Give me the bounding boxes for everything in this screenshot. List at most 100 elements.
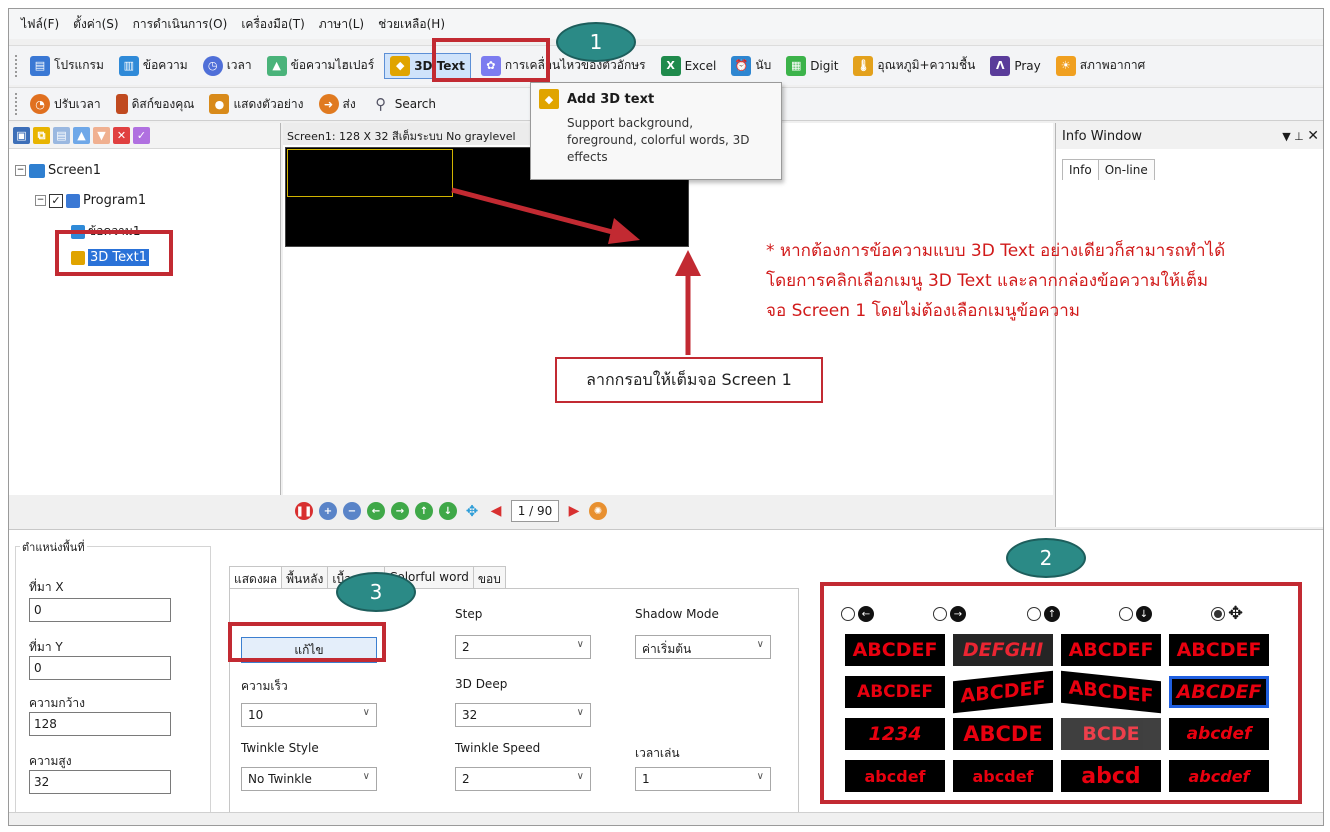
search-icon: ⚲ xyxy=(375,95,387,113)
menu-file[interactable]: ไฟล์(F) xyxy=(21,15,59,34)
toolbar-grip[interactable] xyxy=(15,54,19,77)
menu-language[interactable]: ภาษา(L) xyxy=(319,15,364,34)
program-tree-panel: ▣ ⧉ ▤ ▲ ▼ ✕ ✓ − Screen1 − ✓ Program1 ข้อ… xyxy=(9,123,281,495)
program-checkbox[interactable]: ✓ xyxy=(49,193,63,208)
collapse-toggle[interactable]: − xyxy=(35,195,46,206)
menu-bar: ไฟล์(F) ตั้งค่า(S) การดำเนินการ(O) เครื่… xyxy=(9,9,1323,39)
temperature-button[interactable]: 🌡 อุณหภูมิ+ความชื้น xyxy=(848,53,980,79)
arrow-up-icon[interactable]: ↑ xyxy=(415,502,433,520)
pin-icon[interactable]: ⊥ xyxy=(1294,130,1304,143)
hypertext-label: ข้อความไฮเปอร์ xyxy=(290,58,375,72)
chevron-down-icon: ∨ xyxy=(576,771,584,782)
tree-screen[interactable]: − Screen1 xyxy=(15,163,101,178)
check-icon[interactable]: ✓ xyxy=(133,127,150,144)
weather-button[interactable]: ☀ สภาพอากาศ xyxy=(1051,53,1150,79)
disk-button[interactable]: ดิสก์ของคุณ xyxy=(111,91,200,117)
origin-x-label: ที่มา X xyxy=(29,580,64,594)
toolbar-grip[interactable] xyxy=(15,93,19,115)
settings-gear-icon[interactable]: ✺ xyxy=(589,502,607,520)
menu-help[interactable]: ช่วยเหลือ(H) xyxy=(378,15,445,34)
arrow-right-icon[interactable]: → xyxy=(391,502,409,520)
tree-screen-label: Screen1 xyxy=(48,163,101,178)
chevron-down-icon: ∨ xyxy=(576,707,584,718)
arrow-left-icon[interactable]: ← xyxy=(367,502,385,520)
camera-icon: ● xyxy=(209,94,230,114)
menu-operation[interactable]: การดำเนินการ(O) xyxy=(133,15,228,34)
tree-program[interactable]: − ✓ Program1 xyxy=(35,193,146,208)
speed-select[interactable]: 10 ∨ xyxy=(241,703,377,727)
clock-label: เวลา xyxy=(226,58,252,72)
twinkle-speed-select[interactable]: 2 ∨ xyxy=(455,767,591,791)
disk-label: ดิสก์ของคุณ xyxy=(131,96,195,111)
move-down-icon[interactable]: ▼ xyxy=(93,127,110,144)
send-button[interactable]: ➜ ส่ง xyxy=(314,91,361,117)
tab-info[interactable]: Info xyxy=(1062,159,1099,180)
arrow-down-icon[interactable]: ↓ xyxy=(439,502,457,520)
shadow-mode-label: Shadow Mode xyxy=(635,607,719,621)
height-label: ความสูง xyxy=(29,754,72,768)
status-bar xyxy=(9,812,1323,825)
excel-icon: X xyxy=(660,55,681,76)
instruction-line: * หากต้องการข้อความแบบ 3D Text อย่างเดีย… xyxy=(766,241,1226,261)
clock-button[interactable]: ◷ เวลา xyxy=(198,53,257,79)
dropdown-icon[interactable]: ▼ xyxy=(1282,130,1290,143)
3d-deep-select[interactable]: 32 ∨ xyxy=(455,703,591,727)
move-icon[interactable]: ✥ xyxy=(463,502,481,520)
pause-icon[interactable]: ❚❚ xyxy=(295,502,313,520)
previous-page-icon[interactable]: ◀ xyxy=(487,502,505,520)
twinkle-speed-value: 2 xyxy=(462,772,470,786)
search-button[interactable]: ⚲ Search xyxy=(366,91,441,117)
alarm-icon: ⏰ xyxy=(731,55,752,76)
hypertext-button[interactable]: ▲ ข้อความไฮเปอร์ xyxy=(262,53,380,79)
twinkle-style-select[interactable]: No Twinkle ∨ xyxy=(241,767,377,791)
tab-online[interactable]: On-line xyxy=(1097,159,1155,180)
menu-settings[interactable]: ตั้งค่า(S) xyxy=(73,15,118,34)
weather-label: สภาพอากาศ xyxy=(1079,58,1146,72)
count-button[interactable]: ⏰ นับ xyxy=(726,53,776,79)
origin-x-field[interactable]: 0 xyxy=(29,598,171,622)
text-area-box[interactable] xyxy=(287,149,453,197)
tooltip-title: Add 3D text xyxy=(567,91,655,107)
close-icon[interactable]: ✕ xyxy=(1307,128,1319,144)
pray-button[interactable]: Λ Pray xyxy=(985,53,1045,79)
callout-2: 2 xyxy=(1006,538,1086,578)
time-adjust-icon: ◔ xyxy=(30,94,50,114)
origin-y-field[interactable]: 0 xyxy=(29,656,171,680)
cube-icon: ◆ xyxy=(390,55,411,76)
instruction-line: โดยการคลิกเลือกเมนู 3D Text และลากกล่องข… xyxy=(766,271,1209,291)
program-button[interactable]: ▤ โปรแกรม xyxy=(25,53,109,79)
collapse-toggle[interactable]: − xyxy=(15,165,26,176)
save-icon[interactable]: ▣ xyxy=(13,127,30,144)
callout-1: 1 xyxy=(556,22,636,62)
move-up-icon[interactable]: ▲ xyxy=(73,127,90,144)
send-label: ส่ง xyxy=(342,96,356,111)
excel-button[interactable]: X Excel xyxy=(656,53,722,79)
play-time-select[interactable]: 1 ∨ xyxy=(635,767,771,791)
disk-icon xyxy=(115,94,128,114)
preview-button[interactable]: ● แสดงตัวอย่าง xyxy=(204,91,308,117)
highlight-edit-button xyxy=(228,622,386,662)
adjust-time-button[interactable]: ◔ ปรับเวลา xyxy=(25,91,106,117)
text-label: ข้อความ xyxy=(142,58,188,72)
info-window-titlebar: Info Window ▼ ⊥ ✕ xyxy=(1056,123,1323,149)
zoom-in-icon[interactable]: + xyxy=(319,502,337,520)
next-page-icon[interactable]: ▶ xyxy=(565,502,583,520)
digit-button[interactable]: ▦ Digit xyxy=(781,53,843,79)
menu-tools[interactable]: เครื่องมือ(T) xyxy=(241,15,304,34)
digit-icon: ▦ xyxy=(786,55,807,76)
search-label: Search xyxy=(394,97,436,111)
copy-window-icon[interactable]: ⧉ xyxy=(33,127,50,144)
step-select[interactable]: 2 ∨ xyxy=(455,635,591,659)
width-field[interactable]: 128 xyxy=(29,712,171,736)
height-field[interactable]: 32 xyxy=(29,770,171,794)
tooltip-desc-line: Support background, xyxy=(567,116,694,130)
callout-3: 3 xyxy=(336,572,416,612)
delete-icon[interactable]: ✕ xyxy=(113,127,130,144)
zoom-out-icon[interactable]: − xyxy=(343,502,361,520)
paste-icon[interactable]: ▤ xyxy=(53,127,70,144)
shadow-mode-select[interactable]: ค่าเริ่มต้น ∨ xyxy=(635,635,771,659)
twinkle-style-label: Twinkle Style xyxy=(241,741,319,755)
text-button[interactable]: ▥ ข้อความ xyxy=(114,53,193,79)
count-label: นับ xyxy=(755,58,772,72)
page-counter: 1 / 90 xyxy=(511,500,559,522)
